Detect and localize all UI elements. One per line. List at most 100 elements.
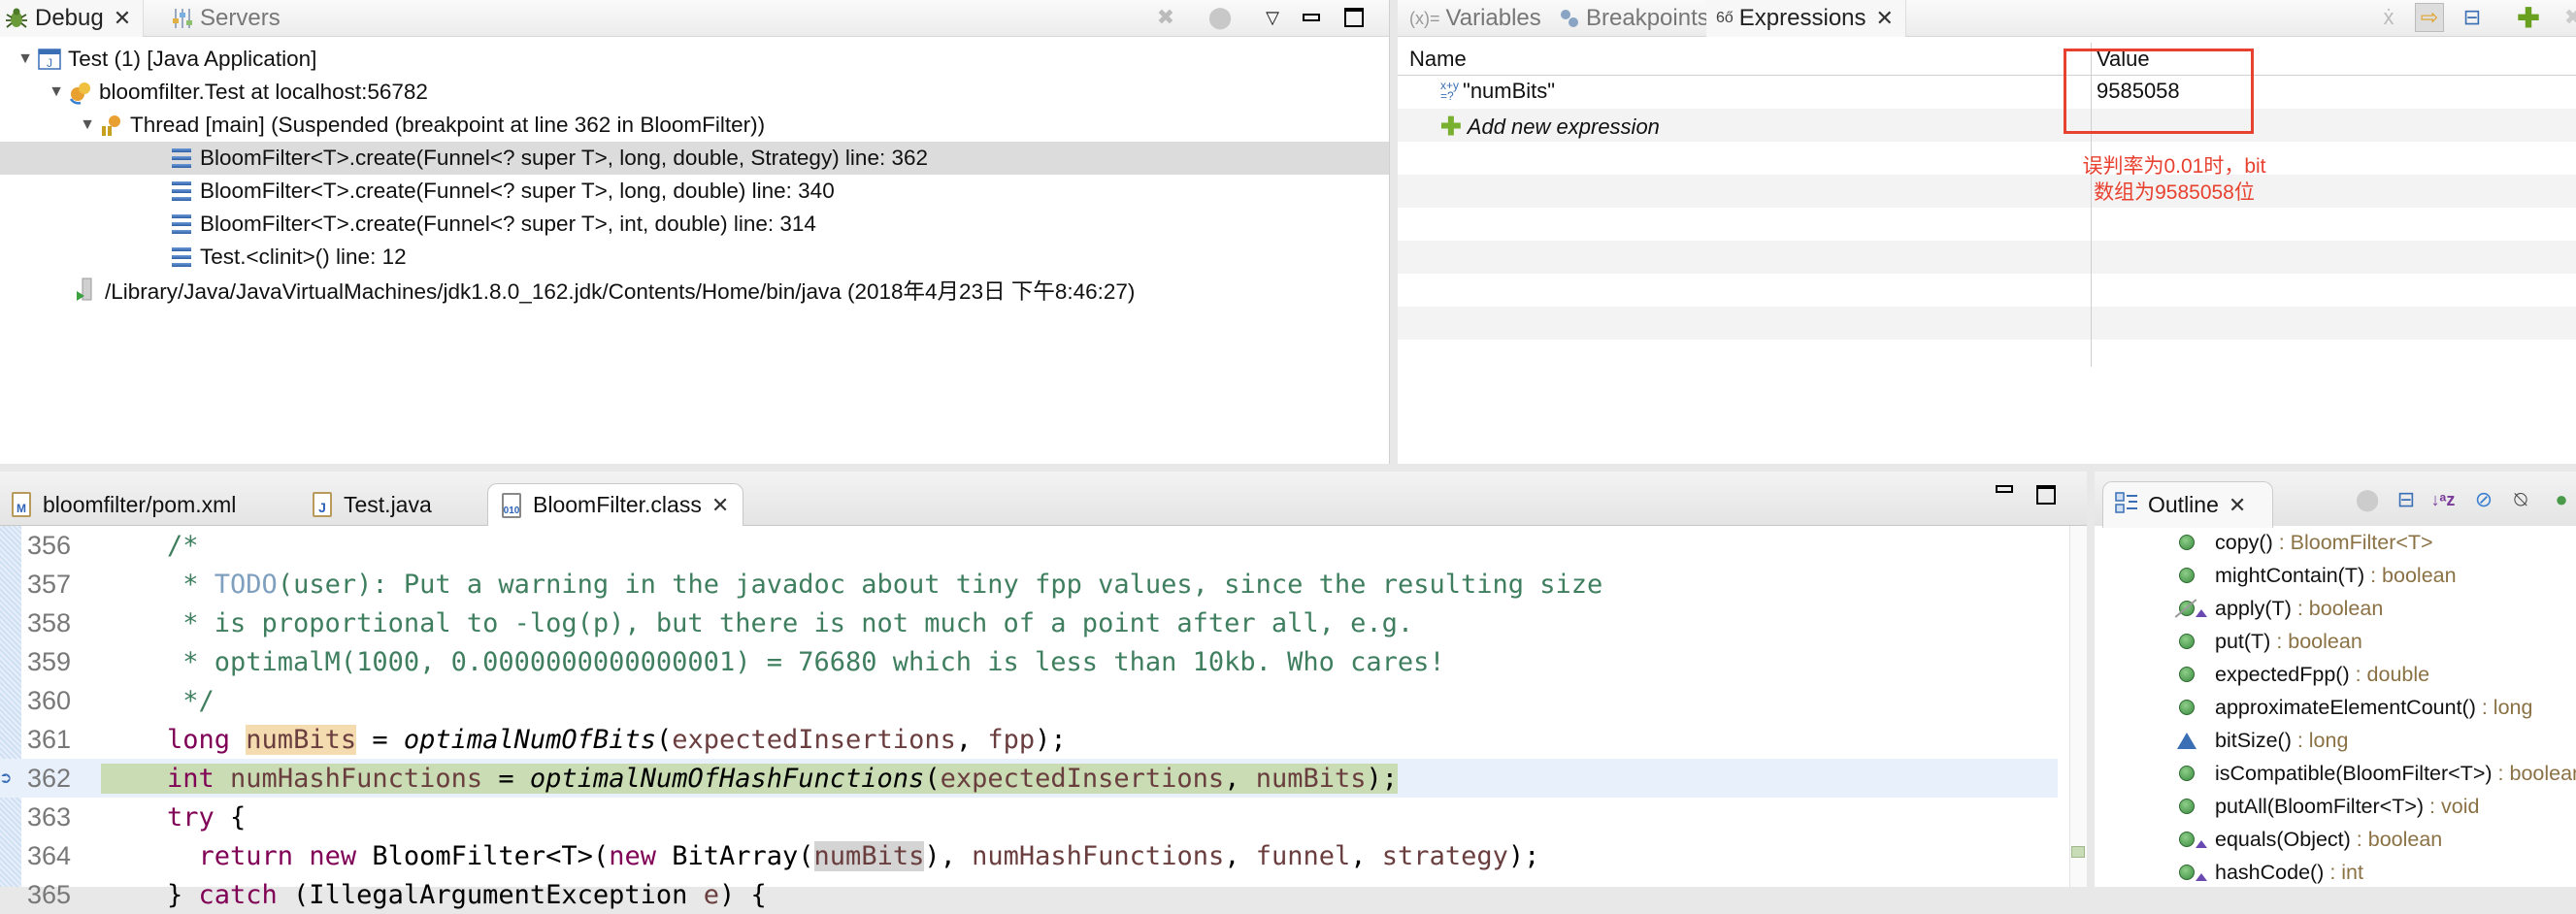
- tab-bloomfilter-class[interactable]: 010 BloomFilter.class ✕: [487, 483, 744, 526]
- annotation-note: 误判率为0.01时，bit 数组为9585058位: [2038, 153, 2310, 206]
- maximize-icon[interactable]: [2036, 485, 2056, 505]
- view-menu-icon[interactable]: ▽: [1258, 3, 1287, 32]
- public-method-icon: [2176, 631, 2197, 652]
- method-name: apply(T): [2215, 596, 2292, 620]
- expression-row[interactable]: x+y =? "numBits" 9585058: [1398, 76, 2576, 109]
- outline-item[interactable]: isCompatible(BloomFilter<T>) : boolean: [2095, 757, 2576, 790]
- stack-frame-row[interactable]: BloomFilter<T>.create(Funnel<? super T>,…: [0, 208, 1389, 241]
- outline-item-label: approximateElementCount() : long: [2215, 696, 2532, 720]
- current-line: ➲ 362 int numHashFunctions = optimalNumO…: [0, 759, 2058, 798]
- outline-item[interactable]: equals(Object) : boolean: [2095, 823, 2576, 856]
- tab-expressions[interactable]: 6ő Expressions ✕: [1706, 0, 1906, 37]
- outline-item[interactable]: put(T) : boolean: [2095, 625, 2576, 658]
- tab-outline[interactable]: Outline ✕: [2102, 481, 2273, 528]
- outline-item[interactable]: mightContain(T) : boolean: [2095, 559, 2576, 592]
- thread-suspended-icon: [97, 113, 126, 138]
- tree-item-thread[interactable]: ▼ Thread [main] (Suspended (breakpoint a…: [0, 109, 1389, 142]
- outline-item[interactable]: copy() : BloomFilter<T>: [2095, 526, 2576, 559]
- code-line: 356 /*: [0, 526, 2087, 565]
- stack-frame-icon: [167, 245, 196, 270]
- annotation-line: 误判率为0.01时，bit: [2082, 155, 2266, 178]
- maven-file-icon: M: [12, 492, 31, 517]
- public-method-icon-shape: [2179, 799, 2195, 814]
- token: numBits: [1255, 763, 1367, 794]
- outline-item[interactable]: bitSize() : long: [2095, 724, 2576, 757]
- collapse-all-icon[interactable]: ⊟: [2392, 485, 2421, 514]
- stack-frame-row[interactable]: BloomFilter<T>.create(Funnel<? super T>,…: [0, 175, 1389, 208]
- empty-row: [1398, 208, 2576, 241]
- minimize-icon[interactable]: [1297, 3, 1326, 32]
- tree-item-process[interactable]: /Library/Java/JavaVirtualMachines/jdk1.8…: [0, 274, 1389, 307]
- tree-item-debug-target[interactable]: ▼ bloomfilter.Test at localhost:56782: [0, 76, 1389, 109]
- outline-item[interactable]: hashCode() : int: [2095, 856, 2576, 889]
- token: =: [482, 763, 530, 794]
- hide-non-public-icon[interactable]: ●: [2547, 485, 2576, 514]
- empty-row: [1398, 307, 2576, 340]
- token: (: [924, 763, 941, 794]
- show-type-names-icon[interactable]: ẋ: [2374, 3, 2403, 32]
- outline-item-label: put(T) : boolean: [2215, 630, 2362, 654]
- tab-pom-xml[interactable]: M bloomfilter/pom.xml: [12, 483, 236, 526]
- tab-breakpoints[interactable]: Breakpoints: [1559, 0, 1709, 37]
- focus-active-task-icon[interactable]: ⬤: [2353, 485, 2382, 514]
- expand-twisty-icon[interactable]: ▼: [47, 83, 66, 101]
- overview-marker[interactable]: [2071, 846, 2085, 858]
- expand-twisty-icon[interactable]: ▼: [16, 50, 35, 68]
- outline-item-label: putAll(BloomFilter<T>) : void: [2215, 795, 2479, 819]
- hide-fields-icon[interactable]: ⊘: [2469, 485, 2498, 514]
- outline-view: Outline ✕ ⬤ ⊟ ↓ᵃz ⊘ ⍉ ● copy() : BloomFi…: [2095, 472, 2576, 887]
- close-icon[interactable]: ✕: [711, 493, 729, 518]
- show-logical-structure-icon[interactable]: ⇨: [2415, 3, 2444, 32]
- close-icon[interactable]: ✕: [2229, 493, 2246, 518]
- code-line: 361 long numBits = optimalNumOfBits(expe…: [0, 720, 2087, 759]
- close-icon[interactable]: ✕: [1876, 6, 1894, 31]
- method-name: put(T): [2215, 629, 2271, 653]
- outline-item[interactable]: apply(T) : boolean: [2095, 592, 2576, 625]
- tab-test-java[interactable]: J Test.java: [313, 483, 432, 526]
- expression-name: "numBits": [1463, 79, 1556, 103]
- method-name: putAll(BloomFilter<T>): [2215, 794, 2425, 818]
- public-method-icon: [2176, 565, 2197, 586]
- sort-icon[interactable]: ↓ᵃz: [2428, 485, 2458, 514]
- stack-frame-row[interactable]: Test.<clinit>() line: 12: [0, 241, 1389, 274]
- hide-static-icon[interactable]: ⍉: [2506, 485, 2535, 514]
- remove-terminated-icon[interactable]: ✖: [1151, 3, 1180, 32]
- stack-frame-row[interactable]: BloomFilter<T>.create(Funnel<? super T>,…: [0, 142, 1389, 175]
- code-editor: M bloomfilter/pom.xml J Test.java 010 Bl…: [0, 472, 2087, 910]
- connect-icon[interactable]: ⬤: [1205, 3, 1235, 32]
- line-number: 357: [27, 569, 72, 599]
- remove-expression-icon[interactable]: ✖: [2559, 3, 2576, 32]
- tab-servers[interactable]: Servers: [171, 0, 281, 37]
- expressions-table: Name Value x+y =? "numBits" 9585058 ✚ Add…: [1398, 43, 2576, 464]
- tree-item-label: BloomFilter<T>.create(Funnel<? super T>,…: [200, 212, 816, 236]
- code-text: * is proportional to -log(p), but there …: [167, 607, 1414, 638]
- collapse-all-icon[interactable]: ⊟: [2458, 3, 2487, 32]
- outline-item[interactable]: approximateElementCount() : long: [2095, 691, 2576, 724]
- token: );: [1035, 724, 1067, 755]
- minimize-icon[interactable]: [1996, 485, 2013, 493]
- column-header-name[interactable]: Name: [1409, 47, 1467, 72]
- token: numHashFunctions: [230, 763, 483, 794]
- close-icon[interactable]: ✕: [114, 6, 131, 31]
- outline-item-label: hashCode() : int: [2215, 861, 2363, 885]
- stack-frame-icon: [167, 212, 196, 237]
- maximize-icon[interactable]: [1339, 3, 1369, 32]
- code-area[interactable]: 356 /* 357 * TODO(user): Put a warning i…: [0, 526, 2087, 910]
- outline-item[interactable]: expectedFpp() : double: [2095, 658, 2576, 691]
- expand-twisty-icon[interactable]: ▼: [78, 116, 97, 134]
- public-method-icon: [2176, 763, 2197, 784]
- tree-item-launch[interactable]: ▼ J Test (1) [Java Application]: [0, 43, 1389, 76]
- add-expression-row[interactable]: ✚ Add new expression: [1398, 109, 2576, 142]
- public-method-icon: [2176, 532, 2197, 553]
- add-expression-icon[interactable]: ✚: [2514, 3, 2543, 33]
- tab-debug[interactable]: Debug ✕: [0, 0, 145, 37]
- line-number: 361: [27, 724, 72, 754]
- override-indicator-icon: [2196, 873, 2207, 881]
- code-text: */: [167, 685, 215, 716]
- code-text: /*: [167, 530, 199, 561]
- overview-ruler[interactable]: [2069, 526, 2087, 887]
- outline-item[interactable]: putAll(BloomFilter<T>) : void: [2095, 790, 2576, 823]
- annotation-line: 数组为9585058位: [2094, 181, 2255, 204]
- tab-variables[interactable]: (x)= Variables: [1409, 0, 1541, 37]
- token: fpp: [987, 724, 1036, 755]
